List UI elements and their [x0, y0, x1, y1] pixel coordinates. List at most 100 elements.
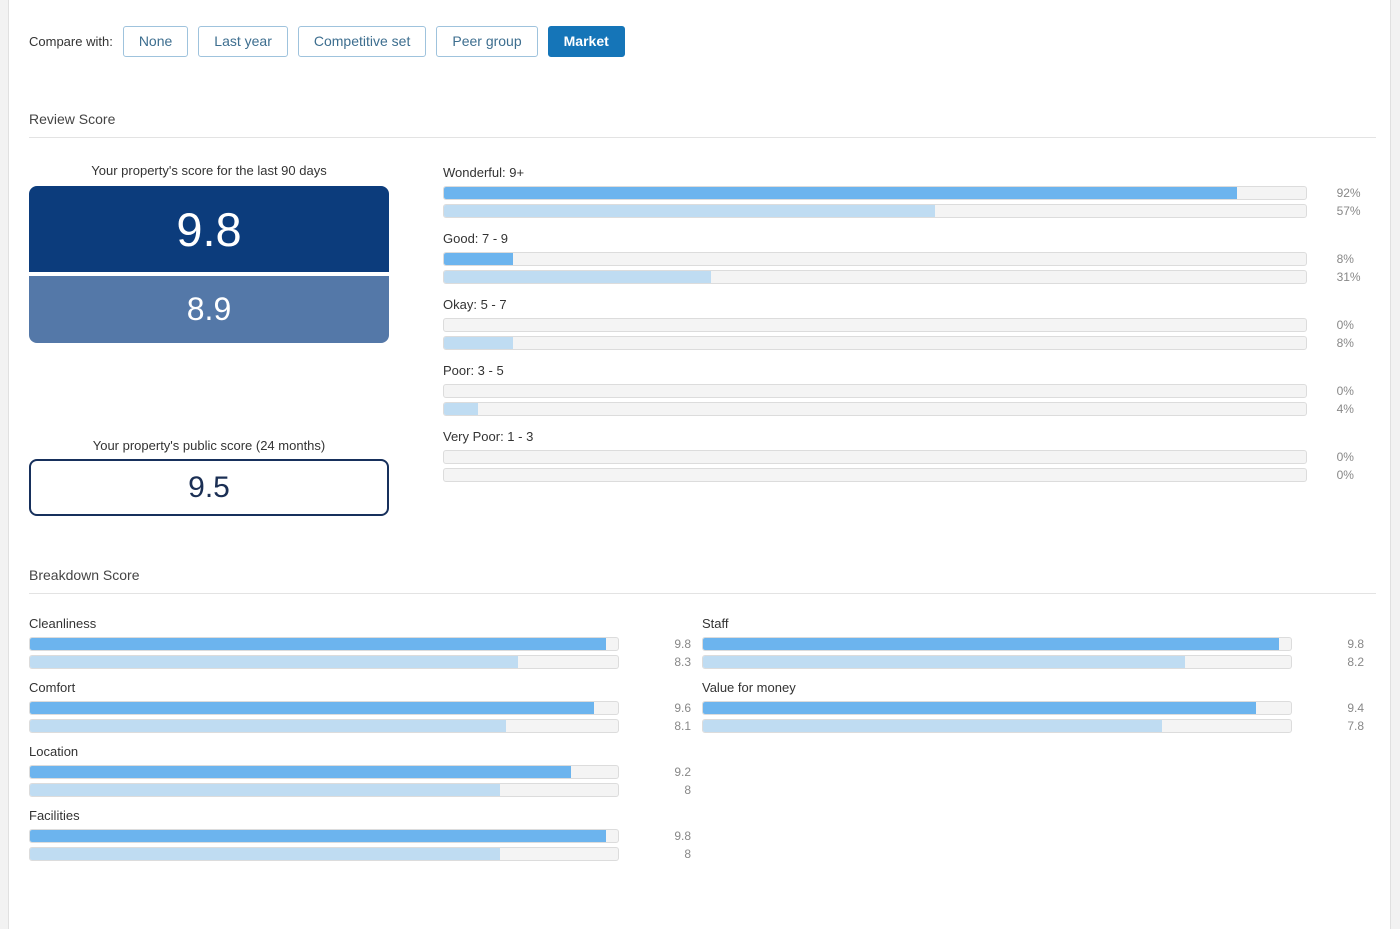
distribution-bar-market: 0% [443, 468, 1376, 482]
breakdown-label: Staff [702, 616, 729, 631]
bar-track [29, 847, 619, 861]
compare-button-competitive-set[interactable]: Competitive set [297, 25, 427, 57]
bar-track [443, 186, 1307, 200]
compare-button-market[interactable]: Market [547, 25, 625, 57]
distribution-value-your-property: 0% [1336, 450, 1354, 464]
primary-score-caption: Your property's score for the last 90 da… [91, 163, 327, 178]
breakdown-bar-your-property: 9.8 [702, 637, 1375, 651]
breakdown-bar-your-property: 9.6 [29, 701, 702, 715]
distribution-group: Good: 7 - 9 8% 31% [443, 231, 1376, 284]
breakdown-value-your-property: 9.8 [674, 637, 691, 651]
bar-track [443, 252, 1307, 266]
breakdown-item: Location 9.2 8 [29, 744, 702, 797]
distribution-group: Poor: 3 - 5 0% 4% [443, 363, 1376, 416]
breakdown-value-your-property: 9.2 [674, 765, 691, 779]
breakdown-value-market: 8.2 [1347, 655, 1364, 669]
breakdown-label: Cleanliness [29, 616, 97, 631]
distribution-bar-market: 4% [443, 402, 1376, 416]
breakdown-score-divider [29, 593, 1376, 594]
distribution-value-your-property: 0% [1336, 318, 1354, 332]
bar-track [443, 450, 1307, 464]
breakdown-item: Cleanliness 9.8 8.3 [29, 616, 702, 669]
bar-fill [30, 830, 607, 842]
distribution-value-market: 31% [1336, 270, 1361, 284]
breakdown-value-your-property: 9.6 [674, 701, 691, 715]
distribution-value-market: 0% [1336, 468, 1354, 482]
bar-fill [30, 784, 501, 796]
compare-button-group: None Last year Competitive set Peer group Ma… [122, 25, 635, 57]
bar-track [29, 637, 619, 651]
breakdown-bar-market: 8.2 [702, 655, 1375, 669]
bar-fill [444, 271, 712, 283]
compare-with-label: Compare with: [29, 33, 113, 49]
bar-track [443, 336, 1307, 350]
bar-track [443, 270, 1307, 284]
bar-track [443, 204, 1307, 218]
bar-track [702, 701, 1292, 715]
primary-score-value: 9.8 [176, 202, 242, 256]
distribution-bar-market: 8% [443, 336, 1376, 350]
breakdown-value-market: 8.1 [674, 719, 691, 733]
bar-fill [30, 702, 595, 714]
bar-fill [30, 766, 571, 778]
breakdown-bar-your-property: 9.4 [702, 701, 1375, 715]
bar-fill [444, 403, 479, 415]
distribution-bar-your-property: 0% [443, 384, 1376, 398]
public-score-box: 9.5 [29, 459, 389, 516]
compare-button-peer-group[interactable]: Peer group [436, 25, 538, 57]
bar-fill [444, 253, 513, 265]
breakdown-item: Facilities 9.8 8 [29, 808, 702, 861]
distribution-bar-market: 57% [443, 204, 1376, 218]
page-container: Compare with: None Last year Competitive s… [8, 0, 1391, 929]
distribution-value-market: 8% [1336, 336, 1354, 350]
distribution-value-market: 57% [1336, 204, 1361, 218]
bar-fill [703, 702, 1256, 714]
breakdown-label: Value for money [702, 680, 796, 695]
bar-fill [30, 720, 507, 732]
breakdown-bar-your-property: 9.8 [29, 637, 702, 651]
breakdown-bar-market: 7.8 [702, 719, 1375, 733]
bar-track [29, 783, 619, 797]
bar-track [443, 384, 1307, 398]
breakdown-column-right: Staff 9.8 8.2 Value for money 9.4 7.8 [702, 616, 1375, 872]
distribution-value-your-property: 8% [1336, 252, 1354, 266]
bar-track [702, 655, 1292, 669]
breakdown-item: Comfort 9.6 8.1 [29, 680, 702, 733]
public-score-value: 9.5 [188, 470, 230, 504]
bar-track [29, 701, 619, 715]
bar-track [29, 829, 619, 843]
compare-button-none[interactable]: None [122, 25, 189, 57]
distribution-bar-market: 31% [443, 270, 1376, 284]
breakdown-value-market: 8 [684, 847, 691, 861]
public-score-caption: Your property's public score (24 months) [92, 438, 326, 453]
breakdown-bar-your-property: 9.8 [29, 829, 702, 843]
breakdown-bar-market: 8.3 [29, 655, 702, 669]
breakdown-label: Facilities [29, 808, 80, 823]
bar-fill [30, 638, 607, 650]
distribution-group: Very Poor: 1 - 3 0% 0% [443, 429, 1376, 482]
compare-button-last-year[interactable]: Last year [198, 25, 288, 57]
review-score-title: Review Score [29, 111, 116, 127]
bar-track [29, 719, 619, 733]
distribution-group: Okay: 5 - 7 0% 8% [443, 297, 1376, 350]
bar-fill [703, 720, 1162, 732]
breakdown-value-your-property: 9.8 [674, 829, 691, 843]
distribution-group: Wonderful: 9+ 92% 57% [443, 165, 1376, 218]
breakdown-value-your-property: 9.4 [1347, 701, 1364, 715]
breakdown-score-chart: Cleanliness 9.8 8.3 Comfort 9.6 8.1 Location 9.… [29, 616, 1376, 872]
bar-fill [444, 187, 1237, 199]
bar-fill [703, 638, 1280, 650]
bar-track [443, 318, 1307, 332]
distribution-label: Wonderful: 9+ [443, 165, 525, 180]
bar-track [443, 402, 1307, 416]
comparison-score-value: 8.9 [186, 291, 232, 327]
bar-fill [30, 848, 501, 860]
breakdown-value-market: 8.3 [674, 655, 691, 669]
distribution-bar-your-property: 8% [443, 252, 1376, 266]
breakdown-value-your-property: 9.8 [1347, 637, 1364, 651]
review-score-divider [29, 137, 1376, 138]
distribution-value-your-property: 0% [1336, 384, 1354, 398]
breakdown-item: Value for money 9.4 7.8 [702, 680, 1375, 733]
breakdown-bar-market: 8.1 [29, 719, 702, 733]
bar-track [702, 637, 1292, 651]
